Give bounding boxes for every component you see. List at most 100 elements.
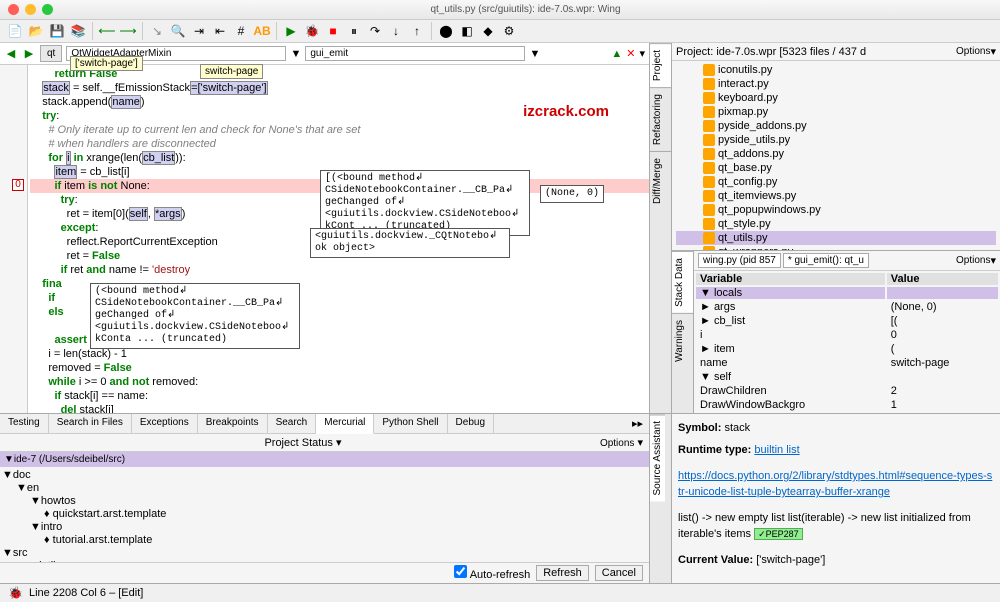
- bottom-tab-breakpoints[interactable]: Breakpoints: [198, 414, 268, 433]
- menu-icon[interactable]: ▾: [639, 47, 645, 60]
- bottom-tab-python-shell[interactable]: Python Shell: [374, 414, 447, 433]
- open-icon[interactable]: 📂: [27, 22, 45, 40]
- chevron-down-icon[interactable]: ▼: [529, 48, 540, 60]
- method-dropdown[interactable]: gui_emit: [305, 46, 525, 61]
- project-file-item[interactable]: qt_itemviews.py: [676, 189, 996, 203]
- step-over-icon[interactable]: ↷: [366, 22, 384, 40]
- chevron-down-icon[interactable]: ▼: [290, 48, 301, 60]
- vcs-tree-item[interactable]: ▼howtos: [2, 495, 647, 508]
- diff-icon[interactable]: ◧: [458, 22, 476, 40]
- stack-options[interactable]: Options: [956, 255, 990, 266]
- rename-icon[interactable]: AB: [253, 22, 271, 40]
- save-all-icon[interactable]: 📚: [69, 22, 87, 40]
- code-line[interactable]: stack = self.__fEmissionStack=['switch-p…: [30, 81, 649, 95]
- project-tree[interactable]: iconutils.pyinteract.pykeyboard.pypixmap…: [672, 61, 1000, 250]
- stack-row[interactable]: ► args(None, 0): [696, 301, 998, 313]
- forward-icon[interactable]: ⟶: [119, 22, 137, 40]
- nav-fwd-icon[interactable]: ▶: [22, 47, 36, 61]
- doc-link[interactable]: https://docs.python.org/2/library/stdtyp…: [678, 470, 992, 498]
- pause-icon[interactable]: ⏸: [345, 22, 363, 40]
- mercurial-tree[interactable]: ▼doc▼en▼howtos♦ quickstart.arst.template…: [0, 467, 649, 562]
- goto-def-icon[interactable]: ↘: [148, 22, 166, 40]
- project-options[interactable]: Options: [956, 46, 990, 57]
- bottom-tab-testing[interactable]: Testing: [0, 414, 49, 433]
- back-icon[interactable]: ⟵: [98, 22, 116, 40]
- code-line[interactable]: # Only iterate up to current len and che…: [30, 123, 649, 137]
- side-tab-refactoring[interactable]: Refactoring: [650, 87, 671, 151]
- side-tab-project[interactable]: Project: [650, 43, 671, 87]
- vcs-tree-item[interactable]: ♦ tutorial.arst.template: [2, 534, 647, 547]
- bottom-tab-mercurial[interactable]: Mercurial: [316, 414, 374, 434]
- refresh-button[interactable]: Refresh: [536, 565, 589, 581]
- stack-process[interactable]: wing.py (pid 857: [698, 253, 781, 268]
- bottom-tab-exceptions[interactable]: Exceptions: [132, 414, 198, 433]
- vcs-tree-item[interactable]: ▼intro: [2, 521, 647, 534]
- side-tab-warnings[interactable]: Warnings: [672, 313, 693, 368]
- breakpoint-marker[interactable]: 0: [12, 179, 24, 191]
- minimize-icon[interactable]: [25, 4, 36, 15]
- runtime-type-link[interactable]: builtin list: [754, 444, 799, 456]
- code-line[interactable]: del stack[i]: [30, 403, 649, 413]
- breakpoint-icon[interactable]: ⬤: [437, 22, 455, 40]
- stack-row[interactable]: ▼ self: [696, 371, 998, 383]
- comment-icon[interactable]: #: [232, 22, 250, 40]
- code-line[interactable]: while i >= 0 and not removed:: [30, 375, 649, 389]
- project-file-item[interactable]: qt_style.py: [676, 217, 996, 231]
- project-file-item[interactable]: pyside_utils.py: [676, 133, 996, 147]
- stop-icon[interactable]: ■: [324, 22, 342, 40]
- code-line[interactable]: if stack[i] == name:: [30, 389, 649, 403]
- side-tab-diff[interactable]: Diff/Merge: [650, 151, 671, 210]
- stack-row[interactable]: DrawChildren2: [696, 385, 998, 397]
- auto-refresh-checkbox[interactable]: Auto-refresh: [454, 565, 530, 581]
- cancel-button[interactable]: Cancel: [595, 565, 643, 581]
- code-editor[interactable]: 0 izcrack.com return False stack = self.…: [0, 65, 649, 413]
- dedent-icon[interactable]: ⇤: [211, 22, 229, 40]
- new-file-icon[interactable]: 📄: [6, 22, 24, 40]
- vcs-tree-item[interactable]: ♦ quickstart.arst.template: [2, 508, 647, 521]
- bottom-tab-debug[interactable]: Debug: [448, 414, 494, 433]
- stack-row[interactable]: ► item(: [696, 343, 998, 355]
- side-tab-stack[interactable]: Stack Data: [672, 251, 693, 313]
- project-file-item[interactable]: qt_base.py: [676, 161, 996, 175]
- project-file-item[interactable]: qt_popupwindows.py: [676, 203, 996, 217]
- vcs-tree-item[interactable]: ▼src: [2, 547, 647, 560]
- vcs-tree-item[interactable]: ▼doc: [2, 469, 647, 482]
- side-tab-source-assist[interactable]: Source Assistant: [650, 414, 665, 501]
- project-file-item[interactable]: qt_config.py: [676, 175, 996, 189]
- indent-icon[interactable]: ⇥: [190, 22, 208, 40]
- gutter[interactable]: 0: [0, 65, 28, 413]
- nav-back-icon[interactable]: ◀: [4, 47, 18, 61]
- project-file-item[interactable]: iconutils.py: [676, 63, 996, 77]
- stack-table[interactable]: VariableValue ▼ locals► args(None, 0)► c…: [694, 271, 1000, 413]
- search-icon[interactable]: 🔍: [169, 22, 187, 40]
- project-file-item[interactable]: keyboard.py: [676, 91, 996, 105]
- project-file-item[interactable]: qt_utils.py: [676, 231, 996, 245]
- chevron-down-icon[interactable]: ▾: [990, 45, 996, 58]
- project-file-item[interactable]: interact.py: [676, 77, 996, 91]
- project-file-item[interactable]: qt_addons.py: [676, 147, 996, 161]
- step-out-icon[interactable]: ↑: [408, 22, 426, 40]
- debug-icon[interactable]: 🐞: [303, 22, 321, 40]
- bottom-options[interactable]: Options: [600, 438, 634, 449]
- close-icon[interactable]: [8, 4, 19, 15]
- chevron-down-icon[interactable]: ▾: [990, 254, 996, 267]
- code-line[interactable]: removed = False: [30, 361, 649, 375]
- project-path-bar[interactable]: ▼ide-7 (/Users/sdeibel/src): [0, 452, 649, 467]
- stack-row[interactable]: DrawWindowBackgro1: [696, 399, 998, 411]
- bottom-tab-search-in-files[interactable]: Search in Files: [49, 414, 132, 433]
- close-tab-icon[interactable]: ✕: [626, 47, 635, 60]
- run-icon[interactable]: ▶: [282, 22, 300, 40]
- settings-icon[interactable]: ⚙: [500, 22, 518, 40]
- stack-row[interactable]: nameswitch-page: [696, 357, 998, 369]
- stack-row[interactable]: i0: [696, 329, 998, 341]
- bottom-tab-search[interactable]: Search: [268, 414, 317, 433]
- bug-icon[interactable]: 🐞: [8, 586, 23, 600]
- split-h-icon[interactable]: ▲: [611, 48, 622, 60]
- stack-row[interactable]: ► cb_list[(: [696, 315, 998, 327]
- project-file-item[interactable]: pixmap.py: [676, 105, 996, 119]
- more-tabs-icon[interactable]: ▸▸: [626, 414, 649, 433]
- editor-tab[interactable]: qt: [40, 45, 62, 62]
- stack-row[interactable]: ▼ locals: [696, 287, 998, 299]
- step-into-icon[interactable]: ↓: [387, 22, 405, 40]
- code-line[interactable]: for i in xrange(len(cb_list)):: [30, 151, 649, 165]
